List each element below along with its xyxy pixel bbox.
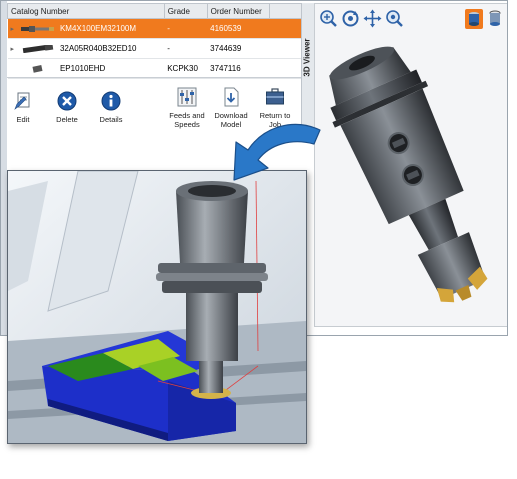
info-icon [101,91,121,111]
column-header-order[interactable]: Order Number [206,3,271,19]
delete-button[interactable]: Delete [47,91,87,124]
table-cell-catalog: ▸ KM4X100EM32100M [7,18,165,39]
viewer-pane[interactable] [314,3,507,327]
shaded-view-icon[interactable] [465,9,483,29]
viewer-tab-label: 3D Viewer [302,38,312,77]
table-row[interactable]: ▸ 32A05R040B32ED10 - 3744639 [7,38,307,59]
pan-icon[interactable] [363,9,382,28]
table-bottom-border [7,77,301,78]
row-expander-icon[interactable]: ▸ [11,25,19,33]
cam-simulation-inset [7,170,307,444]
table-row[interactable]: EP1010EHD KCPK30 3747116 [7,58,307,79]
download-icon [224,87,239,107]
sliders-icon [177,87,197,107]
edit-icon [14,92,30,110]
catalog-number: 32A05R040B32ED10 [59,44,137,53]
table-cell-grade: - [164,38,208,59]
end-mill-thumbnail-icon [22,44,53,53]
machining-scene [8,171,306,443]
table-cell-order: 3744639 [207,38,270,59]
table-cell-order: 3747116 [207,58,270,79]
edit-button[interactable]: Edit [3,91,43,124]
rotate-icon[interactable] [341,9,360,28]
zoom-in-icon[interactable] [319,9,338,28]
table-header-row: Catalog Number Grade Order Number [7,3,307,19]
tool-table: Catalog Number Grade Order Number ▸ KM4X… [7,3,307,79]
catalog-number: KM4X100EM32100M [59,24,137,33]
tool-holder-thumbnail-icon [20,25,54,32]
viewer-side-tab[interactable]: 3D Viewer [301,3,315,129]
zoom-fit-icon[interactable] [385,9,404,28]
feeds-speeds-button[interactable]: Feeds and Speeds [167,87,207,129]
table-cell-grade: KCPK30 [164,58,208,79]
catalog-number: EP1010EHD [59,64,106,73]
table-cell-catalog: ▸ 32A05R040B32ED10 [7,38,165,59]
column-header-catalog[interactable]: Catalog Number [7,3,165,19]
curved-arrow-icon [233,123,321,181]
insert-thumbnail-icon [32,64,43,73]
briefcase-icon [266,88,284,105]
table-cell-catalog: EP1010EHD [7,58,165,79]
delete-x-icon [57,91,77,111]
tool-3d-model [329,46,488,303]
column-header-grade[interactable]: Grade [163,3,208,19]
details-button[interactable]: Details [91,91,131,124]
table-cell-order: 4160539 [207,18,270,39]
row-expander-icon[interactable]: ▸ [11,45,19,53]
table-cell-grade: - [164,18,208,39]
table-row[interactable]: ▸ KM4X100EM32100M - 4160539 [7,18,307,39]
wireframe-view-icon[interactable] [487,9,503,29]
